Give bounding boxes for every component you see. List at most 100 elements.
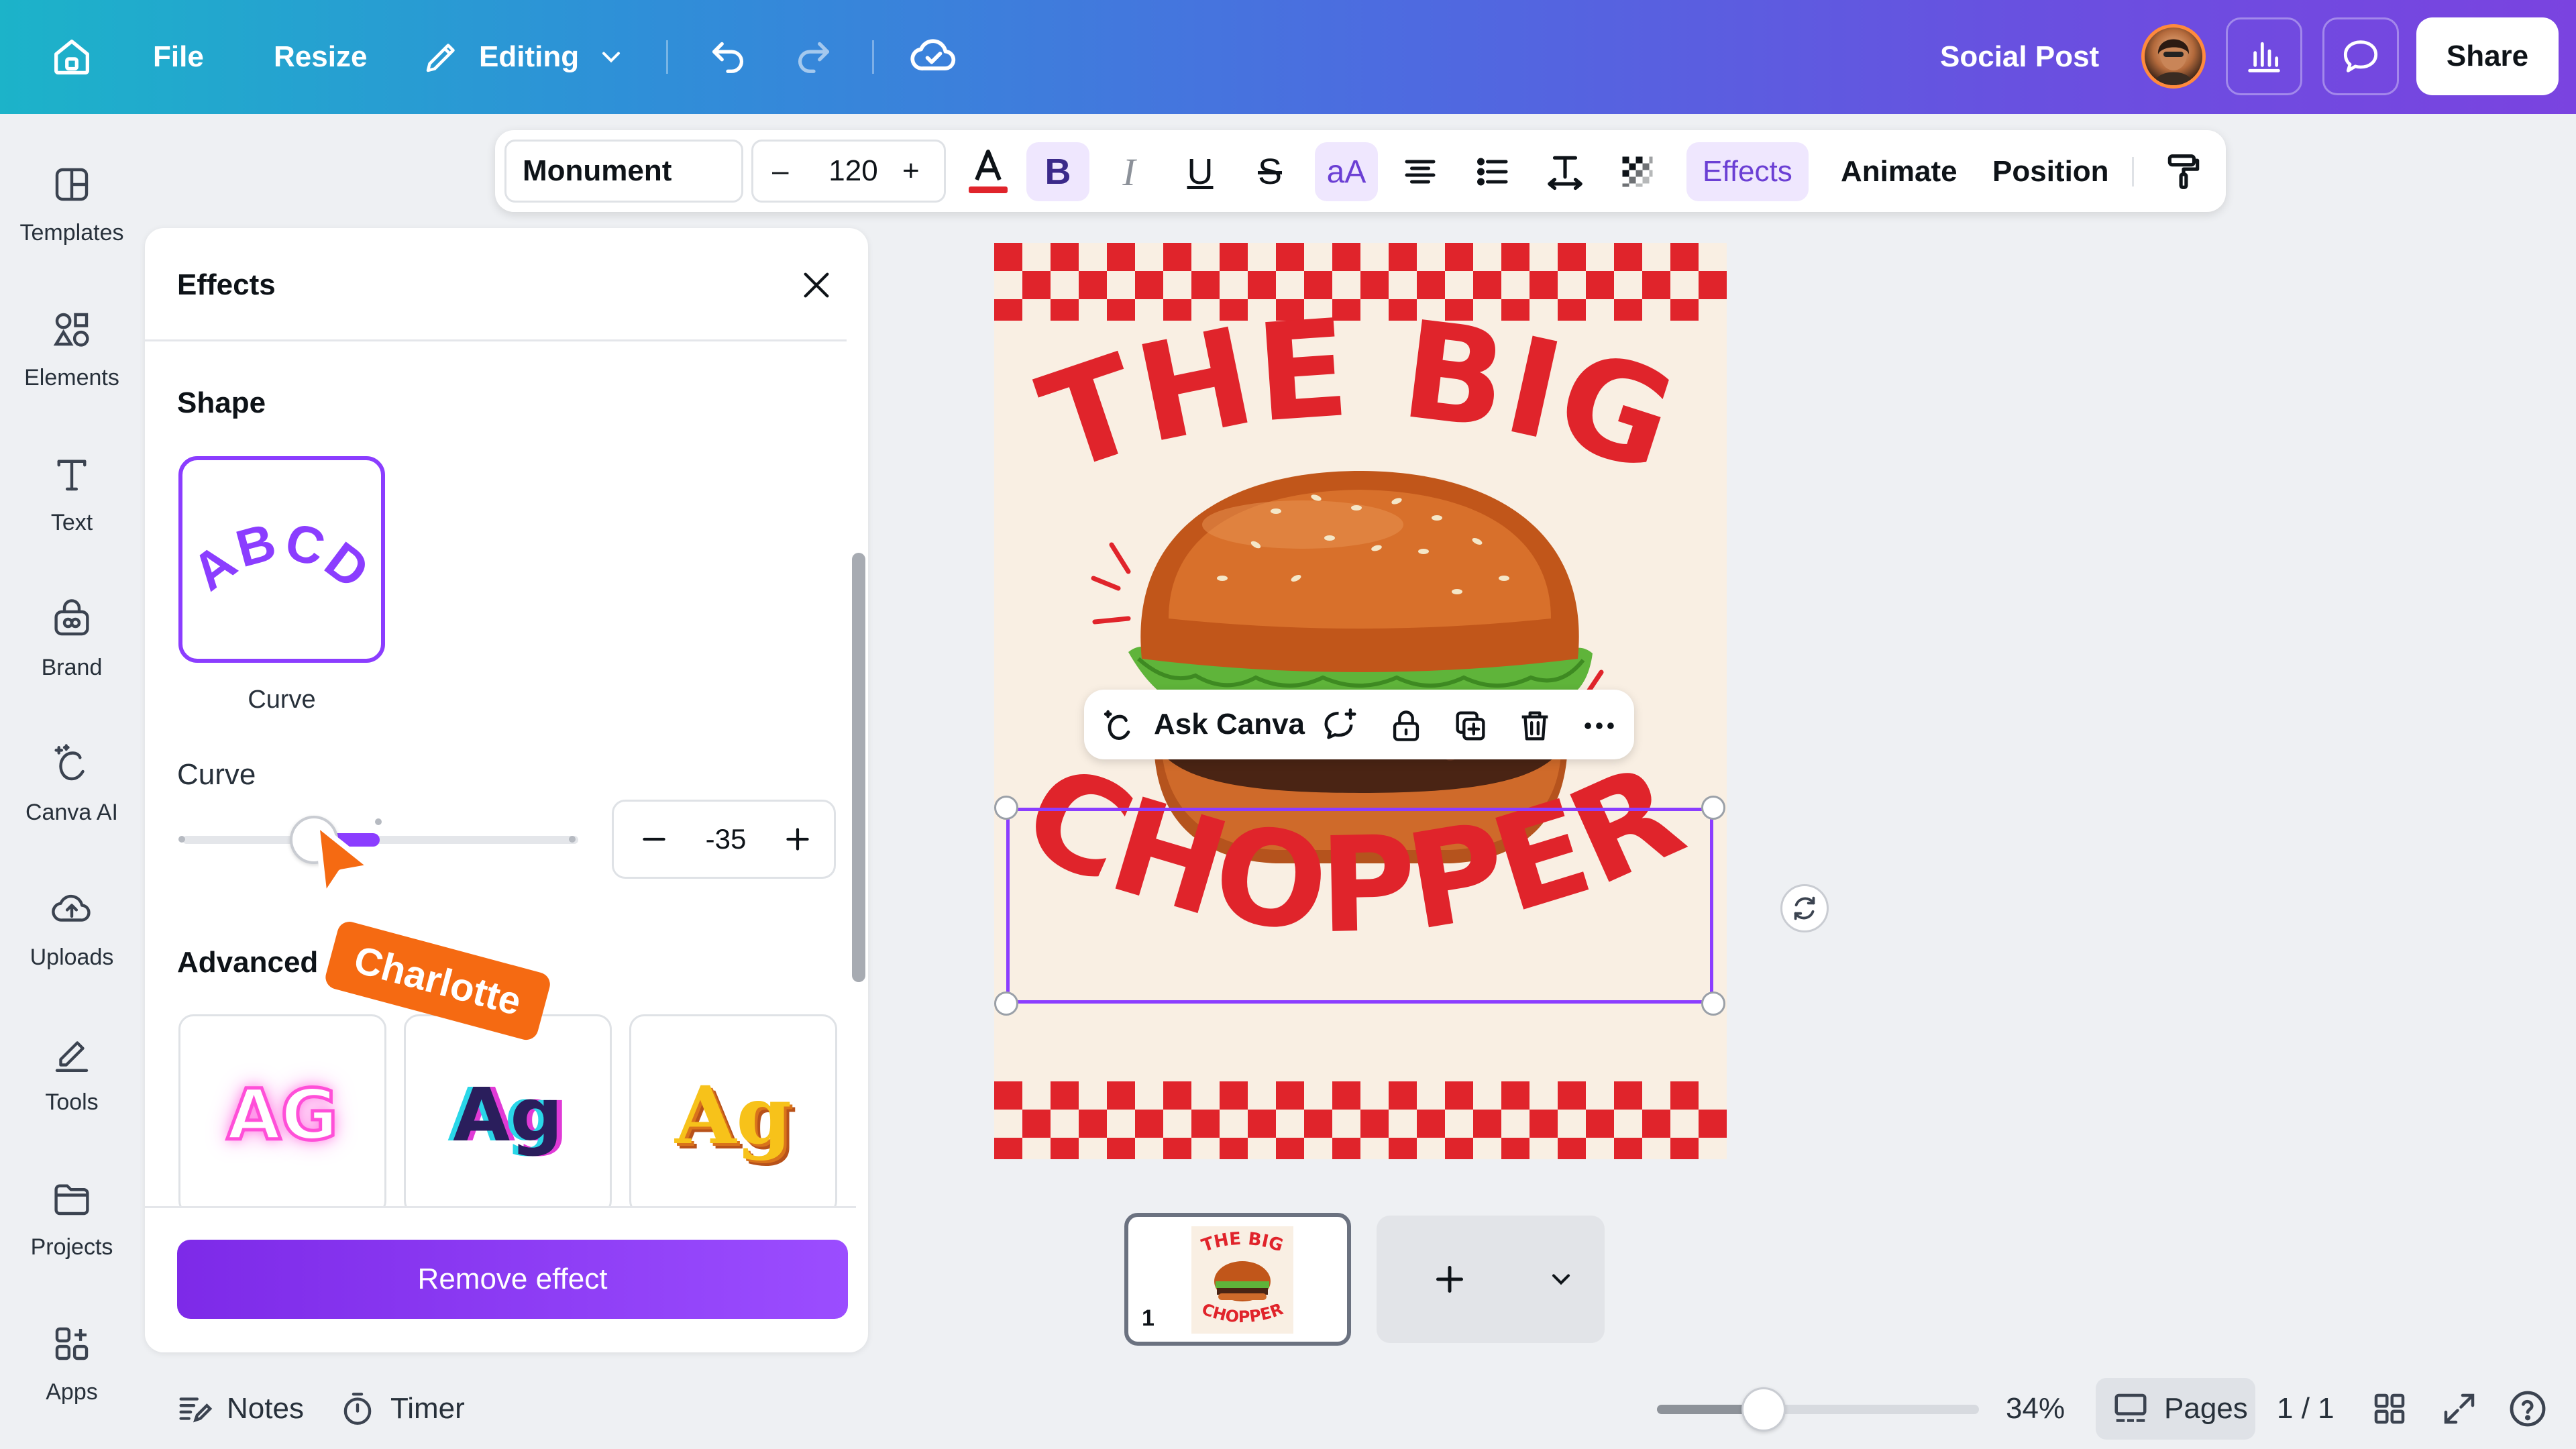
pages-button[interactable]: Pages <box>2096 1378 2255 1440</box>
remove-effect-button[interactable]: Remove effect <box>177 1240 848 1319</box>
underline-button[interactable]: U <box>1169 142 1232 201</box>
animate-button[interactable]: Animate <box>1825 142 1974 201</box>
sidebar-item-text[interactable]: Text <box>0 404 144 538</box>
font-family-select[interactable]: Monument <box>504 140 743 203</box>
resize-menu[interactable]: Resize <box>274 0 367 114</box>
page-thumbnail[interactable]: THE BIG CHOPPER 1 <box>1124 1213 1351 1346</box>
resize-handle-top-right[interactable] <box>1701 796 1725 820</box>
slider-max-dot <box>569 836 576 843</box>
resize-menu-label: Resize <box>274 40 368 73</box>
font-size-stepper: – 120 + <box>751 140 946 203</box>
comments-button[interactable] <box>2322 17 2399 95</box>
italic-button[interactable]: I <box>1097 142 1161 201</box>
add-comment-icon[interactable] <box>1320 706 1360 746</box>
zoom-level[interactable]: 34% <box>2006 1389 2065 1429</box>
user-avatar[interactable] <box>2141 24 2206 89</box>
fullscreen-icon[interactable] <box>2439 1389 2479 1429</box>
tools-icon <box>48 1030 95 1077</box>
sidebar-item-uploads[interactable]: Uploads <box>0 839 144 973</box>
text-icon <box>48 451 95 498</box>
editing-mode-dropdown[interactable]: Editing <box>421 0 626 114</box>
undo-icon[interactable] <box>704 30 751 77</box>
notes-button[interactable]: Notes <box>174 1389 304 1429</box>
resize-handle-top-left[interactable] <box>994 796 1018 820</box>
sidebar-item-canva-ai[interactable]: Canva AI <box>0 694 144 828</box>
position-button[interactable]: Position <box>1976 142 2125 201</box>
projects-icon <box>48 1175 95 1222</box>
glitch-effect-option[interactable]: Ag <box>404 1014 612 1216</box>
add-page-button[interactable] <box>1377 1216 1605 1343</box>
close-panel-button[interactable] <box>793 262 840 309</box>
grid-view-icon[interactable] <box>2369 1389 2410 1429</box>
document-title[interactable]: Social Post <box>1940 0 2099 114</box>
toolbar-divider <box>2132 157 2134 186</box>
canva-ai-icon[interactable] <box>1099 706 1139 746</box>
spacing-button[interactable] <box>1534 142 1597 201</box>
curve-value-input[interactable]: -35 <box>681 802 771 877</box>
list-button[interactable] <box>1461 142 1524 201</box>
zoom-level-value: 34% <box>2006 1392 2065 1425</box>
help-icon[interactable] <box>2506 1387 2549 1430</box>
italic-icon: I <box>1122 150 1136 194</box>
effects-button-label: Effects <box>1703 155 1792 188</box>
timer-icon <box>338 1389 377 1428</box>
effects-panel: Effects Shape ABCD Curve Curve -35 Advan… <box>145 228 868 1352</box>
left-sidebar: Templates Elements Text Brand Canva AI U… <box>0 114 144 1449</box>
panel-scrollbar[interactable] <box>852 553 865 982</box>
neon-effect-option[interactable]: AG <box>178 1014 386 1216</box>
align-button[interactable] <box>1389 142 1452 201</box>
transparency-button[interactable] <box>1606 142 1669 201</box>
sidebar-item-apps[interactable]: Apps <box>0 1273 144 1407</box>
home-icon[interactable] <box>48 34 95 80</box>
sidebar-item-elements[interactable]: Elements <box>0 259 144 393</box>
sidebar-item-projects[interactable]: Projects <box>0 1128 144 1263</box>
paint-roller-icon <box>2163 151 2204 193</box>
cloud-saved-icon[interactable] <box>908 30 959 81</box>
resize-handle-bottom-left[interactable] <box>994 991 1018 1016</box>
sidebar-item-brand[interactable]: Brand <box>0 549 144 683</box>
3d-effect-option[interactable]: Ag <box>629 1014 837 1216</box>
resize-handle-bottom-right[interactable] <box>1701 991 1725 1016</box>
rotate-button[interactable] <box>1780 884 1829 932</box>
sidebar-item-templates[interactable]: Templates <box>0 114 144 248</box>
duplicate-icon[interactable] <box>1450 706 1491 746</box>
text-color-button[interactable] <box>957 142 1020 201</box>
more-options-icon[interactable] <box>1579 706 1619 746</box>
share-button-label: Share <box>2446 40 2529 72</box>
close-icon <box>798 266 835 304</box>
font-size-value[interactable]: 120 <box>823 142 883 201</box>
curve-decrease-button[interactable] <box>634 819 674 859</box>
topbar-divider <box>666 40 668 74</box>
sidebar-item-label: Elements <box>24 365 119 390</box>
text-selection-box[interactable] <box>1006 808 1713 1004</box>
chevron-down-icon <box>596 42 626 72</box>
ask-canva-button[interactable]: Ask Canva <box>1154 690 1305 759</box>
file-menu[interactable]: File <box>153 0 204 114</box>
curve-increase-button[interactable] <box>777 819 818 859</box>
bold-button[interactable]: B <box>1026 142 1089 201</box>
text-color-icon <box>965 145 1012 199</box>
file-menu-label: File <box>153 40 204 73</box>
lock-icon[interactable] <box>1386 706 1426 746</box>
letter-case-button[interactable]: aA <box>1315 142 1378 201</box>
font-size-decrease[interactable]: – <box>772 142 788 201</box>
strikethrough-button[interactable]: S <box>1238 142 1301 201</box>
position-button-label: Position <box>1992 155 2109 188</box>
timer-button[interactable]: Timer <box>338 1389 465 1429</box>
panel-title: Effects <box>177 268 276 301</box>
bar-chart-icon <box>2243 35 2286 78</box>
share-button[interactable]: Share <box>2416 17 2559 95</box>
redo-icon[interactable] <box>790 30 837 77</box>
effects-button[interactable]: Effects <box>1686 142 1809 201</box>
chevron-down-icon[interactable] <box>1544 1263 1578 1296</box>
insights-button[interactable] <box>2226 17 2302 95</box>
text-toolbar: Monument – 120 + B I U S aA Effects Anim… <box>495 130 2226 212</box>
curve-shape-option[interactable]: ABCD <box>178 456 385 663</box>
zoom-slider-thumb[interactable] <box>1741 1387 1786 1432</box>
font-size-increase[interactable]: + <box>902 142 920 201</box>
trash-icon[interactable] <box>1515 706 1555 746</box>
copy-style-button[interactable] <box>2152 142 2215 201</box>
sidebar-item-label: Uploads <box>30 945 114 970</box>
sidebar-item-tools[interactable]: Tools <box>0 983 144 1118</box>
pages-label: Pages <box>2164 1392 2248 1425</box>
